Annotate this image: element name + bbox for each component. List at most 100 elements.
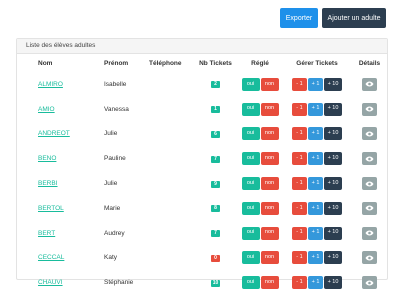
col-details: Détails: [358, 59, 381, 67]
ticket-minus-one-button[interactable]: - 1: [292, 152, 307, 166]
cell-nom: CHAUVI: [37, 270, 103, 295]
ticket-plus-ten-button[interactable]: + 10: [324, 127, 342, 141]
paid-no-button[interactable]: non: [260, 77, 279, 91]
details-button[interactable]: [362, 102, 377, 116]
cell-gerer: - 1 + 1 + 10: [282, 270, 352, 295]
cell-gerer: - 1 + 1 + 10: [282, 171, 352, 196]
ticket-plus-one-button[interactable]: + 1: [308, 201, 323, 215]
paid-no-button[interactable]: non: [260, 251, 279, 265]
ticket-plus-one-button[interactable]: + 1: [308, 127, 323, 141]
cell-telephone: [148, 270, 193, 295]
ticket-controls: - 1 + 1 + 10: [292, 276, 342, 290]
details-button[interactable]: [362, 127, 377, 141]
ticket-plus-one-button[interactable]: + 1: [308, 77, 323, 91]
export-button[interactable]: Exporter: [280, 8, 318, 28]
spacer: [17, 97, 37, 122]
eye-icon: [365, 131, 374, 137]
details-button[interactable]: [362, 251, 377, 265]
ticket-plus-ten-button[interactable]: + 10: [324, 226, 342, 240]
ticket-minus-one-button[interactable]: - 1: [292, 102, 307, 116]
ticket-plus-ten-button[interactable]: + 10: [324, 102, 342, 116]
eye-icon: [365, 280, 374, 286]
details-button[interactable]: [362, 276, 377, 290]
details-button[interactable]: [362, 177, 377, 191]
paid-no-button[interactable]: non: [260, 276, 279, 290]
cell-regle: oui non: [238, 72, 282, 97]
paid-yes-button[interactable]: oui: [241, 226, 260, 240]
ticket-controls: - 1 + 1 + 10: [292, 226, 342, 240]
ticket-plus-one-button[interactable]: + 1: [308, 251, 323, 265]
table-header-row: Nom Prénom Téléphone Nb Tickets Réglé Gé…: [17, 54, 387, 72]
cell-telephone: [148, 146, 193, 171]
ticket-plus-one-button[interactable]: + 1: [308, 102, 323, 116]
tickets-badge: 7: [211, 230, 220, 238]
cell-telephone: [148, 97, 193, 122]
paid-yes-button[interactable]: oui: [241, 276, 260, 290]
ticket-plus-ten-button[interactable]: + 10: [324, 201, 342, 215]
cell-details: [352, 72, 387, 97]
paid-no-button[interactable]: non: [260, 127, 279, 141]
student-name-link[interactable]: CECCAL: [38, 254, 64, 261]
cell-nb-tickets: 7: [193, 221, 238, 246]
ticket-plus-ten-button[interactable]: + 10: [324, 152, 342, 166]
paid-no-button[interactable]: non: [260, 226, 279, 240]
ticket-minus-one-button[interactable]: - 1: [292, 77, 307, 91]
details-button[interactable]: [362, 152, 377, 166]
paid-yes-button[interactable]: oui: [241, 77, 260, 91]
tickets-badge: 10: [211, 279, 220, 287]
ticket-plus-one-button[interactable]: + 1: [308, 177, 323, 191]
students-panel: Liste des élèves adultes Nom Prénom Télé…: [16, 38, 388, 290]
paid-yes-button[interactable]: oui: [241, 102, 260, 116]
spacer: [17, 72, 37, 97]
student-name-link[interactable]: CHAUVI: [38, 279, 63, 286]
paid-yes-button[interactable]: oui: [241, 152, 260, 166]
paid-yes-button[interactable]: oui: [241, 127, 260, 141]
paid-no-button[interactable]: non: [260, 102, 279, 116]
paid-yes-button[interactable]: oui: [241, 201, 260, 215]
col-nom: Nom: [38, 59, 53, 67]
table-row: CECCAL Katy 0 oui non - 1 + 1 + 10: [17, 246, 387, 271]
cell-nb-tickets: 8: [193, 196, 238, 221]
ticket-minus-one-button[interactable]: - 1: [292, 127, 307, 141]
student-name-link[interactable]: ANDREOT: [38, 130, 70, 137]
ticket-plus-ten-button[interactable]: + 10: [324, 276, 342, 290]
student-name-link[interactable]: ALMIRO: [38, 81, 63, 88]
paid-yes-button[interactable]: oui: [241, 177, 260, 191]
paid-no-button[interactable]: non: [260, 201, 279, 215]
ticket-minus-one-button[interactable]: - 1: [292, 226, 307, 240]
student-name-link[interactable]: BENO: [38, 155, 56, 162]
spacer: [17, 246, 37, 271]
add-adult-button[interactable]: Ajouter un adulte: [322, 8, 386, 28]
ticket-minus-one-button[interactable]: - 1: [292, 276, 307, 290]
ticket-plus-one-button[interactable]: + 1: [308, 152, 323, 166]
cell-nb-tickets: 1: [193, 97, 238, 122]
details-button[interactable]: [362, 226, 377, 240]
ticket-plus-ten-button[interactable]: + 10: [324, 177, 342, 191]
details-button[interactable]: [362, 201, 377, 215]
cell-gerer: - 1 + 1 + 10: [282, 146, 352, 171]
tickets-badge: 9: [211, 180, 220, 188]
paid-yes-button[interactable]: oui: [241, 251, 260, 265]
student-name-link[interactable]: BERT: [38, 230, 55, 237]
ticket-plus-one-button[interactable]: + 1: [308, 276, 323, 290]
ticket-minus-one-button[interactable]: - 1: [292, 251, 307, 265]
eye-icon: [365, 181, 374, 187]
ticket-minus-one-button[interactable]: - 1: [292, 201, 307, 215]
ticket-plus-one-button[interactable]: + 1: [308, 226, 323, 240]
paid-toggle: oui non: [241, 276, 279, 290]
student-name-link[interactable]: BERBI: [38, 180, 58, 187]
cell-regle: oui non: [238, 122, 282, 147]
col-telephone: Téléphone: [149, 59, 182, 67]
ticket-plus-ten-button[interactable]: + 10: [324, 251, 342, 265]
ticket-minus-one-button[interactable]: - 1: [292, 177, 307, 191]
cell-regle: oui non: [238, 246, 282, 271]
student-name-link[interactable]: BERTOL: [38, 205, 64, 212]
eye-icon: [365, 81, 374, 87]
ticket-plus-ten-button[interactable]: + 10: [324, 77, 342, 91]
paid-no-button[interactable]: non: [260, 152, 279, 166]
paid-no-button[interactable]: non: [260, 177, 279, 191]
cell-regle: oui non: [238, 270, 282, 295]
details-button[interactable]: [362, 77, 377, 91]
students-table: Nom Prénom Téléphone Nb Tickets Réglé Gé…: [17, 54, 387, 295]
student-name-link[interactable]: AMIO: [38, 106, 55, 113]
